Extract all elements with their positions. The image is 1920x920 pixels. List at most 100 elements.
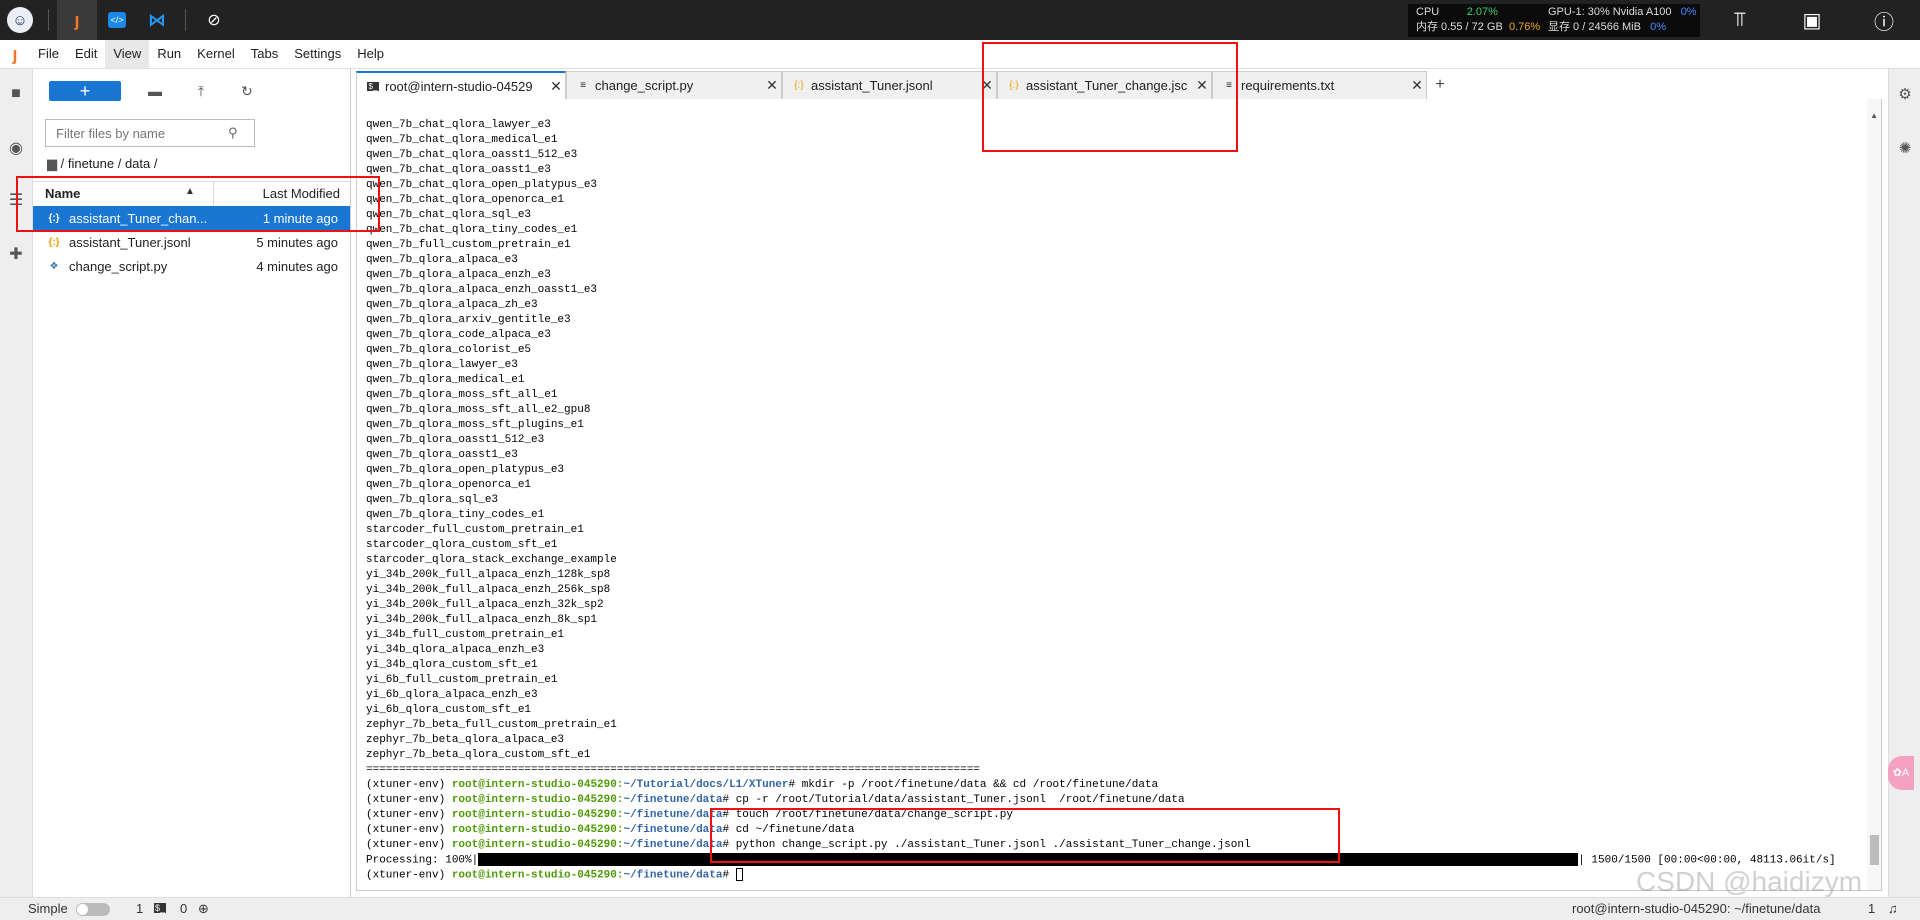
terminal-count[interactable]: 1 (136, 901, 143, 916)
terminal-scrollbar[interactable]: ▲ (1867, 99, 1881, 890)
tab-assistant-tuner[interactable]: {:} assistant_Tuner.jsonl ✕ (782, 71, 997, 99)
terminal-panel[interactable]: qwen_7b_chat_qlora_lawyer_e3 qwen_7b_chat… (356, 99, 1882, 891)
config-line: qwen_7b_chat_qlora_oasst1_e3 (366, 164, 551, 176)
compass-icon[interactable]: ⊘ (194, 0, 234, 40)
menu-edit[interactable]: Edit (67, 40, 105, 68)
scroll-thumb[interactable] (1870, 835, 1879, 865)
env-label: (xtuner-env) (366, 779, 446, 791)
prompt-user: root@intern-studio-045290: (451, 839, 624, 851)
debugger-bug-icon[interactable]: ✺ (1889, 133, 1920, 163)
file-name: assistant_Tuner.jsonl (69, 234, 191, 250)
config-line: qwen_7b_qlora_oasst1_e3 (366, 449, 518, 461)
config-line: qwen_7b_chat_qlora_openorca_e1 (366, 194, 565, 206)
menu-run[interactable]: Run (149, 40, 189, 68)
file-name: change_script.py (69, 258, 168, 274)
env-label: (xtuner-env) (366, 869, 446, 882)
terminal-cursor (735, 868, 743, 881)
env-label: (xtuner-env) (366, 839, 446, 851)
current-prompt-line: (xtuner-env) root@intern-studio-045290:~… (366, 868, 1836, 883)
config-line: qwen_7b_qlora_alpaca_enzh_oasst1_e3 (366, 284, 598, 296)
image-icon[interactable]: ▣ (1792, 0, 1832, 40)
simple-mode-toggle[interactable] (76, 903, 110, 916)
menu-tabs[interactable]: Tabs (243, 40, 286, 68)
config-line: yi_34b_200k_full_alpaca_enzh_32k_sp2 (366, 599, 604, 611)
progress-stats: | 1500/1500 [00:00<00:00, 48113.06it/s] (1578, 854, 1836, 867)
config-line: yi_34b_full_custom_pretrain_e1 (366, 629, 565, 641)
config-line: qwen_7b_qlora_lawyer_e3 (366, 359, 518, 371)
menu-view[interactable]: View (105, 40, 150, 68)
terminal-output: qwen_7b_chat_qlora_lawyer_e3 qwen_7b_chat… (366, 118, 1836, 883)
menu-file[interactable]: File (30, 40, 67, 68)
terminal-icon: $_ (367, 82, 379, 91)
folder-icon[interactable]: ■ (0, 79, 32, 109)
upload-icon[interactable]: ⤒ (189, 81, 213, 101)
config-line: qwen_7b_qlora_openorca_e1 (366, 479, 532, 491)
menu-kernel[interactable]: Kernel (189, 40, 243, 68)
cpu-label: CPU (1416, 6, 1440, 18)
menu-settings[interactable]: Settings (286, 40, 349, 68)
breadcrumb-path[interactable]: / finetune / data / (61, 156, 158, 171)
mem-value: 0.76% (1508, 21, 1541, 33)
filter-input[interactable] (54, 124, 228, 142)
top-bar: ☺ ȷ </> ⋈ ⊘ CPU 2.07% 内存 0.55 / 72 GB 0.… (0, 0, 1920, 40)
file-row[interactable]: {:} assistant_Tuner.jsonl 5 minutes ago (33, 230, 350, 254)
prompt-path: ~/finetune/data (623, 794, 723, 806)
config-line: starcoder_full_custom_pretrain_e1 (366, 524, 584, 536)
tensorflow-icon[interactable]: ⫪ (1720, 0, 1760, 40)
file-row[interactable]: ❖ change_script.py 4 minutes ago (33, 254, 350, 278)
status-path: root@intern-studio-045290: ~/finetune/da… (1572, 901, 1821, 916)
config-line: qwen_7b_qlora_moss_sft_all_e1 (366, 389, 558, 401)
config-line: yi_34b_200k_full_alpaca_enzh_128k_sp8 (366, 569, 611, 581)
env-label: (xtuner-env) (366, 794, 446, 806)
scroll-up-icon[interactable]: ▲ (1870, 111, 1878, 120)
close-icon[interactable]: ✕ (1408, 77, 1426, 94)
settings-gear-icon[interactable]: ⚙ (1889, 79, 1920, 109)
progress-label: Processing: 100%| (366, 854, 479, 867)
gpu-label: GPU-1: 30% Nvidia A100 (1548, 6, 1672, 18)
config-line: zephyr_7b_beta_qlora_custom_sft_e1 (366, 749, 591, 761)
jupyter-icon[interactable]: ȷ (57, 0, 97, 40)
config-line: yi_6b_full_custom_pretrain_e1 (366, 674, 558, 686)
kernel-count[interactable]: 0 (180, 901, 187, 916)
new-folder-icon[interactable]: ▬ (143, 81, 167, 101)
info-icon[interactable]: ⓘ (1864, 0, 1904, 40)
config-line: qwen_7b_chat_qlora_tiny_codes_e1 (366, 224, 578, 236)
extension-icon[interactable]: ✚ (0, 239, 32, 269)
breadcrumb: ▆ / finetune / data / (47, 156, 157, 172)
tab-requirements[interactable]: ≡ requirements.txt ✕ (1212, 71, 1427, 99)
running-icon[interactable]: ◉ (0, 133, 32, 163)
search-icon: ⚲ (228, 125, 238, 140)
vram-label: 显存 0 / 24566 MiB (1548, 21, 1641, 33)
cpu-value: 2.07% (1466, 6, 1498, 18)
add-tab-icon[interactable]: + (1430, 75, 1450, 95)
config-line: zephyr_7b_beta_qlora_alpaca_e3 (366, 734, 565, 746)
config-line: qwen_7b_qlora_medical_e1 (366, 374, 525, 386)
close-icon[interactable]: ✕ (763, 77, 781, 94)
json-file-icon: {:} (48, 236, 60, 248)
topbar-divider (48, 9, 49, 31)
folder-small-icon[interactable]: ▆ (47, 156, 57, 171)
menu-help[interactable]: Help (349, 40, 392, 68)
file-browser-toolbar: + ▬ ⤒ ↻ (49, 79, 259, 103)
config-line: qwen_7b_qlora_alpaca_zh_e3 (366, 299, 538, 311)
new-launcher-button[interactable]: + (49, 81, 121, 101)
filter-box: ⚲ (45, 119, 255, 147)
prompt-path: ~/finetune/data (623, 869, 723, 882)
vscode-icon[interactable]: ⋈ (137, 0, 177, 40)
tab-terminal[interactable]: $_ root@intern-studio-04529 ✕ (356, 71, 566, 100)
prompt-path: ~/finetune/data (623, 809, 723, 821)
config-line: qwen_7b_chat_qlora_sql_e3 (366, 209, 532, 221)
close-icon[interactable]: ✕ (547, 78, 565, 95)
text-file-icon: ≡ (580, 80, 586, 91)
memory-icon[interactable]: ⊕ (198, 901, 209, 917)
menu-bar: ȷ File Edit View Run Kernel Tabs Setting… (0, 40, 1920, 69)
refresh-icon[interactable]: ↻ (235, 81, 259, 101)
notification-bell-icon[interactable]: ♫ (1888, 901, 1898, 916)
config-line: qwen_7b_qlora_moss_sft_plugins_e1 (366, 419, 584, 431)
translate-float-button[interactable]: ✿A (1888, 756, 1914, 790)
config-line: yi_34b_200k_full_alpaca_enzh_8k_sp1 (366, 614, 598, 626)
intern-studio-logo-icon[interactable]: ☺ (0, 0, 40, 40)
vscode-alt-icon[interactable]: </> (97, 0, 137, 40)
tab-change-script[interactable]: ≡ change_script.py ✕ (566, 71, 782, 99)
config-line: qwen_7b_qlora_arxiv_gentitle_e3 (366, 314, 571, 326)
